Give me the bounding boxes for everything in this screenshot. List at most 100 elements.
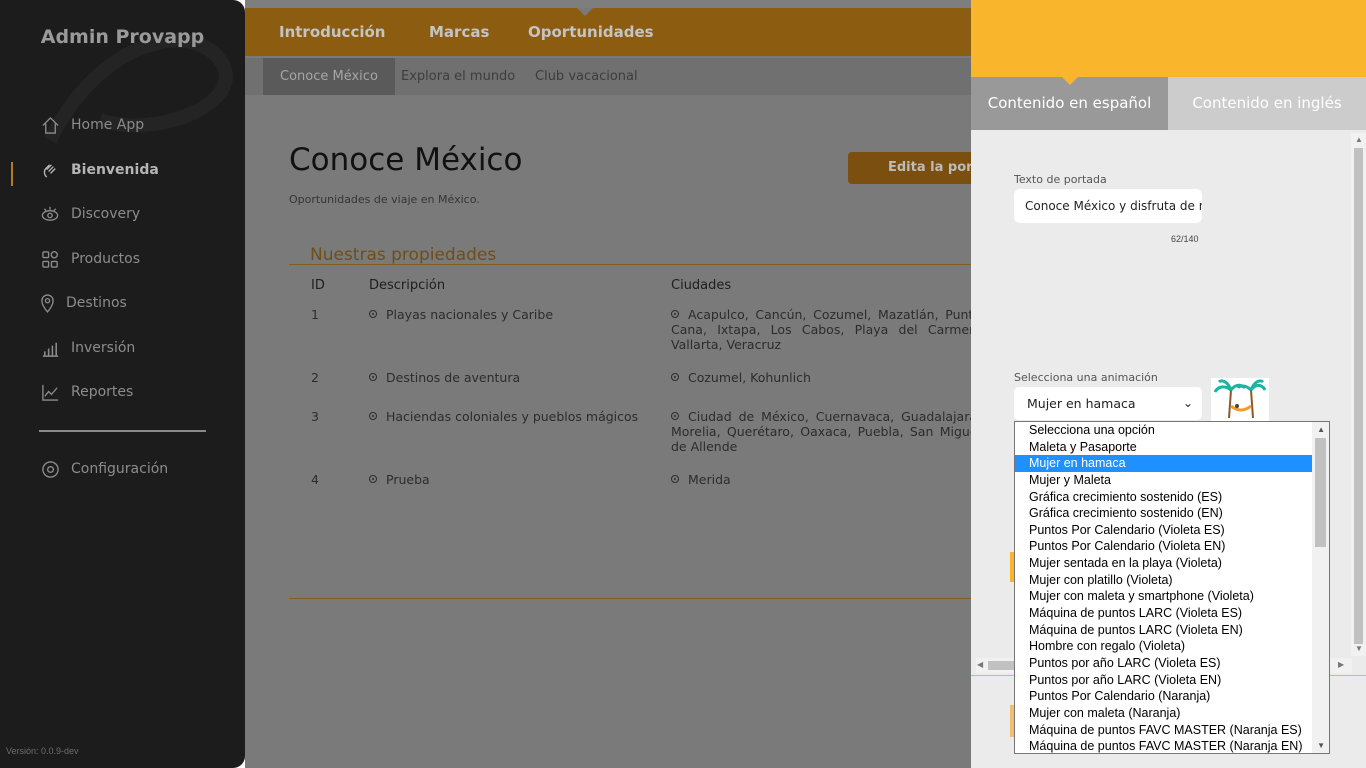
row-cities: Merida	[671, 472, 971, 487]
dropdown-options: Selecciona una opción Maleta y Pasaporte M…	[1015, 422, 1329, 753]
sidebar-item-label: Reportes	[71, 384, 134, 400]
dropdown-option[interactable]: Mujer con maleta y smartphone (Violeta)	[1015, 588, 1312, 605]
dropdown-option[interactable]: Mujer con platillo (Violeta)	[1015, 572, 1312, 589]
scroll-up-icon[interactable]: ▲	[1317, 425, 1325, 434]
sidebar-item-bienvenida[interactable]: Bienvenida	[40, 157, 159, 183]
cover-text-input[interactable]: Conoce México y disfruta de nuestros des…	[1014, 189, 1202, 223]
sub-navigation: Conoce México Explora el mundo Club vaca…	[245, 58, 971, 95]
animation-select[interactable]: Mujer en hamaca ⌄	[1014, 387, 1202, 420]
cities-text: Acapulco, Cancún, Cozumel, Mazatlán, Pun…	[671, 307, 971, 352]
dropdown-option[interactable]: Hombre con regalo (Violeta)	[1015, 638, 1312, 655]
subtab-club-vacacional[interactable]: Club vacacional	[518, 58, 655, 95]
sidebar: Admin Provapp Home App Bienvenida Discov…	[0, 0, 245, 768]
animation-select-label: Selecciona una animación	[1014, 371, 1158, 384]
scroll-right-icon[interactable]: ▶	[1338, 660, 1344, 669]
row-description: Destinos de aventura	[369, 370, 520, 385]
cover-text-label: Texto de portada	[1014, 173, 1107, 186]
cities-text: Merida	[688, 472, 731, 487]
row-description: Prueba	[369, 472, 430, 487]
dropdown-option[interactable]: Mujer y Maleta	[1015, 472, 1312, 489]
dropdown-option[interactable]: Máquina de puntos LARC (Violeta EN)	[1015, 622, 1312, 639]
sidebar-item-configuracion[interactable]: Configuración	[40, 456, 168, 482]
dropdown-option[interactable]: Puntos por año LARC (Violeta ES)	[1015, 655, 1312, 672]
sidebar-item-destinos[interactable]: Destinos	[40, 290, 127, 316]
home-icon	[40, 115, 60, 135]
row-cities: Ciudad de México, Cuernavaca, Guadalajar…	[671, 409, 971, 454]
location-pin-icon	[40, 293, 55, 313]
dropdown-scroll-thumb[interactable]	[1315, 438, 1326, 547]
dropdown-option[interactable]: Puntos Por Calendario (Violeta ES)	[1015, 522, 1312, 539]
top-strip	[245, 0, 971, 8]
character-counter: 62/140	[1171, 234, 1199, 244]
chevron-down-icon: ⌄	[1182, 396, 1193, 410]
row-id: 1	[311, 307, 319, 322]
bullet-icon	[369, 310, 377, 318]
sidebar-item-label: Home App	[71, 117, 145, 133]
row-cities: Acapulco, Cancún, Cozumel, Mazatlán, Pun…	[671, 307, 971, 352]
bar-chart-icon	[40, 338, 60, 358]
tab-oportunidades[interactable]: Oportunidades	[528, 23, 654, 41]
bullet-icon	[369, 373, 377, 381]
sidebar-item-home-app[interactable]: Home App	[40, 112, 144, 138]
row-id: 2	[311, 370, 319, 385]
dropdown-option[interactable]: Gráfica crecimiento sostenido (ES)	[1015, 489, 1312, 506]
dropdown-option[interactable]: Mujer en hamaca	[1015, 455, 1312, 472]
column-header-cities: Ciudades	[671, 278, 732, 293]
dropdown-option[interactable]: Máquina de puntos LARC (Violeta ES)	[1015, 605, 1312, 622]
panel-header	[971, 0, 1366, 77]
sidebar-item-productos[interactable]: Productos	[40, 246, 140, 272]
edit-cover-button[interactable]: Edita la portada	[848, 152, 971, 184]
gear-icon	[40, 459, 60, 479]
brand-title: Admin Provapp	[40, 26, 205, 48]
sidebar-item-discovery[interactable]: Discovery	[40, 201, 140, 227]
sidebar-item-inversion[interactable]: Inversión	[40, 335, 135, 361]
sidebar-divider	[39, 430, 206, 432]
scroll-down-icon[interactable]: ▼	[1317, 741, 1325, 750]
scroll-left-icon[interactable]: ◀	[977, 660, 983, 669]
sidebar-item-label: Productos	[71, 251, 141, 267]
sidebar-item-label: Discovery	[71, 206, 141, 222]
line-chart-icon	[40, 382, 60, 402]
tab-content-english[interactable]: Contenido en inglés	[1168, 77, 1366, 130]
section-divider	[289, 264, 971, 265]
page-title: Conoce México	[289, 142, 523, 178]
column-header-id: ID	[311, 278, 325, 293]
top-navigation: Introducción Marcas Oportunidades	[245, 8, 971, 56]
row-id: 4	[311, 472, 319, 487]
dropdown-option[interactable]: Mujer con maleta (Naranja)	[1015, 705, 1312, 722]
sidebar-item-reportes[interactable]: Reportes	[40, 379, 133, 405]
panel-horizontal-scroll-thumb[interactable]	[988, 661, 1016, 670]
dropdown-option[interactable]: Mujer sentada en la playa (Violeta)	[1015, 555, 1312, 572]
main-content: Introducción Marcas Oportunidades Conoce…	[245, 0, 971, 768]
dropdown-option[interactable]: Maleta y Pasaporte	[1015, 439, 1312, 456]
scroll-down-icon[interactable]: ▼	[1355, 644, 1363, 653]
subtab-explora-el-mundo[interactable]: Explora el mundo	[384, 58, 532, 95]
dropdown-option[interactable]: Selecciona una opción	[1015, 422, 1312, 439]
sidebar-item-label: Bienvenida	[71, 162, 159, 178]
dropdown-option[interactable]: Máquina de puntos FAVC MASTER (Naranja E…	[1015, 722, 1312, 739]
version-label: Versión: 0.0.9-dev	[6, 746, 79, 756]
description-text: Destinos de aventura	[386, 370, 521, 385]
scroll-up-icon[interactable]: ▲	[1355, 135, 1363, 144]
waving-hand-icon	[40, 160, 60, 180]
tab-marcas[interactable]: Marcas	[429, 23, 489, 41]
dropdown-option[interactable]: Puntos Por Calendario (Violeta EN)	[1015, 538, 1312, 555]
sidebar-item-label: Inversión	[71, 340, 136, 356]
animation-dropdown-list[interactable]: Selecciona una opción Maleta y Pasaporte M…	[1014, 421, 1330, 754]
bullet-icon	[671, 310, 679, 318]
row-cities: Cozumel, Kohunlich	[671, 370, 971, 385]
description-text: Haciendas coloniales y pueblos mágicos	[386, 409, 639, 424]
bullet-icon	[671, 412, 679, 420]
cities-text: Ciudad de México, Cuernavaca, Guadalajar…	[671, 409, 971, 454]
dropdown-option[interactable]: Máquina de puntos FAVC MASTER (Naranja E…	[1015, 738, 1312, 753]
dropdown-option[interactable]: Puntos Por Calendario (Naranja)	[1015, 688, 1312, 705]
bullet-icon	[671, 373, 679, 381]
subtab-conoce-mexico[interactable]: Conoce México	[263, 58, 395, 95]
tab-introduccion[interactable]: Introducción	[279, 23, 385, 41]
panel-vertical-scroll-thumb[interactable]	[1354, 148, 1363, 644]
dropdown-option[interactable]: Gráfica crecimiento sostenido (EN)	[1015, 505, 1312, 522]
page-subtitle: Oportunidades de viaje en México.	[289, 193, 480, 206]
sidebar-item-label: Destinos	[66, 295, 127, 311]
active-tab-notch	[1062, 77, 1078, 85]
dropdown-option[interactable]: Puntos por año LARC (Violeta EN)	[1015, 672, 1312, 689]
